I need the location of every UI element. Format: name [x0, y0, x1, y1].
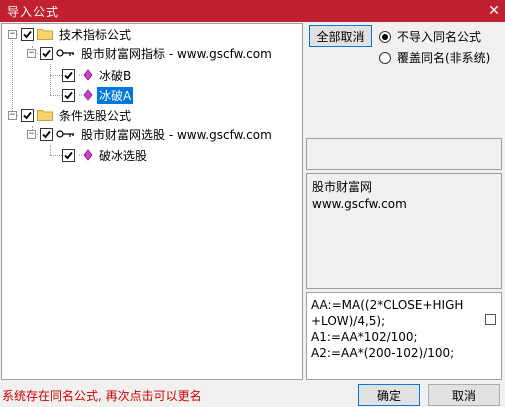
checkbox[interactable] — [62, 148, 75, 162]
tree-node-item-selected[interactable]: 冰破A — [62, 86, 134, 104]
tree-line — [12, 37, 13, 115]
empty-info-panel — [306, 138, 502, 170]
radio-button[interactable] — [379, 51, 391, 64]
tree-label: 股市财富网选股 - www.gscfw.com — [81, 127, 272, 142]
folder-icon — [37, 110, 53, 121]
tree-label: 破冰选股 — [99, 148, 148, 163]
tree-node-group-screening[interactable]: − 股市财富网选股 - www.gscfw.com — [27, 125, 274, 143]
tree-label: 技术指标公式 — [59, 27, 132, 42]
formula-gem-icon — [79, 69, 93, 81]
radio-button[interactable] — [379, 30, 391, 43]
tree-line — [50, 145, 51, 155]
formula-gem-icon — [79, 89, 93, 101]
formula-tree[interactable]: − 技术指标公式 − 股市财富网指标 - www.gscfw.com 冰破B 冰… — [1, 23, 303, 380]
tree-node-item[interactable]: 破冰选股 — [62, 146, 149, 164]
description-text: 股市财富网 www.gscfw.com — [312, 180, 407, 211]
cancel-button[interactable]: 取消 — [428, 384, 500, 406]
formula-code: AA:=MA((2*CLOSE+HIGH +LOW)/4,5); A1:=AA*… — [311, 298, 464, 360]
collapse-icon[interactable]: − — [8, 29, 17, 39]
radio-label: 覆盖同名(非系统) — [397, 51, 491, 65]
checkbox[interactable] — [62, 68, 75, 82]
collapse-icon[interactable]: − — [27, 48, 36, 58]
tree-label: 冰破B — [99, 68, 132, 83]
cancel-all-button[interactable]: 全部取消 — [309, 25, 372, 47]
tree-label: 股市财富网指标 - www.gscfw.com — [81, 46, 272, 61]
checkbox[interactable] — [62, 88, 75, 102]
checkbox[interactable] — [40, 127, 53, 141]
radio-overwrite[interactable]: 覆盖同名(非系统) — [379, 49, 490, 66]
title-bar: 导入公式 ✕ — [0, 0, 505, 22]
ok-button[interactable]: 确定 — [358, 384, 420, 406]
key-icon — [56, 130, 74, 138]
checkbox[interactable] — [40, 46, 53, 60]
checkbox[interactable] — [21, 108, 34, 122]
key-icon — [56, 49, 74, 57]
wrap-checkbox[interactable] — [485, 314, 496, 325]
tree-node-item[interactable]: 冰破B — [62, 66, 133, 84]
tree-line — [50, 64, 51, 95]
collapse-icon[interactable]: − — [8, 110, 17, 120]
tree-label: 冰破A — [97, 86, 134, 104]
window-title: 导入公式 — [7, 4, 60, 19]
description-panel: 股市财富网 www.gscfw.com — [306, 173, 502, 289]
tree-node-group-indicators[interactable]: − 股市财富网指标 - www.gscfw.com — [27, 44, 274, 62]
tree-node-root-screening[interactable]: − 条件选股公式 — [8, 106, 133, 124]
tree-node-root-indicators[interactable]: − 技术指标公式 — [8, 25, 133, 43]
checkbox[interactable] — [21, 27, 34, 41]
close-icon[interactable]: ✕ — [483, 0, 505, 22]
formula-gem-icon — [79, 149, 93, 161]
radio-no-import[interactable]: 不导入同名公式 — [379, 28, 481, 45]
code-panel: AA:=MA((2*CLOSE+HIGH +LOW)/4,5); A1:=AA*… — [306, 292, 502, 380]
folder-icon — [37, 29, 53, 40]
status-message: 系统存在同名公式, 再次点击可以更名 — [2, 389, 202, 403]
collapse-icon[interactable]: − — [27, 129, 36, 139]
tree-label: 条件选股公式 — [59, 108, 132, 123]
radio-label: 不导入同名公式 — [397, 30, 482, 44]
